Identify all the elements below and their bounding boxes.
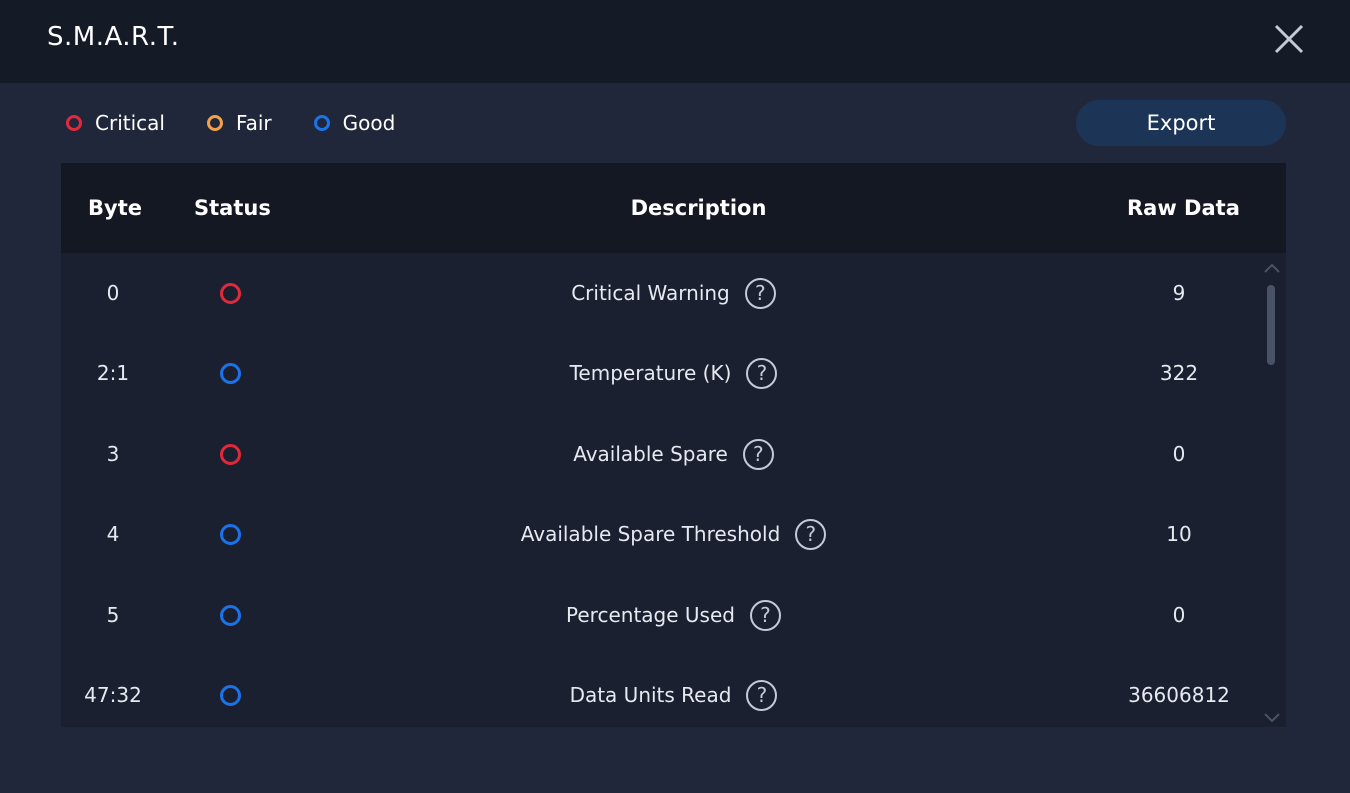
legend-item-fair: Fair [206,111,272,135]
good-status-icon [219,362,241,384]
description-cell: Data Units Read? [461,655,886,727]
critical-status-icon [219,282,241,304]
scroll-up-button[interactable] [1263,259,1281,273]
byte-cell: 4 [106,522,120,546]
export-button[interactable]: Export [1076,100,1286,146]
description-text: Data Units Read [569,683,732,707]
raw-data-cell: 36606812 [1128,683,1230,707]
legend-label: Good [342,111,396,135]
good-status-icon [219,523,241,545]
status-legend: Critical Fair Good [66,109,437,137]
description-cell: Available Spare? [461,414,886,494]
help-icon[interactable]: ? [746,679,778,711]
table-row: 3 Available Spare? 0 [61,414,1286,494]
description-text: Available Spare [573,442,728,466]
status-cell [210,253,250,333]
critical-status-icon [219,443,241,465]
raw-data-cell: 322 [1159,361,1199,385]
raw-data-cell: 9 [1172,281,1186,305]
status-cell [210,333,250,413]
good-status-icon [219,684,241,706]
smart-table: Byte Status Description Raw Data 0 Criti… [61,163,1286,727]
description-text: Critical Warning [571,281,730,305]
status-cell [210,414,250,494]
table-row: 0 Critical Warning? 9 [61,253,1286,333]
fair-ring-icon [206,115,223,131]
table-row: 5 Percentage Used? 0 [61,575,1286,655]
header-raw-data: Raw Data [1127,196,1240,220]
status-cell [210,655,250,727]
help-icon[interactable]: ? [744,277,776,309]
table-row: 4 Available Spare Threshold? 10 [61,494,1286,574]
good-status-icon [219,604,241,626]
title-bar: S.M.A.R.T. [0,0,1350,83]
raw-data-cell: 0 [1172,603,1186,627]
legend-item-good: Good [313,111,396,135]
help-icon[interactable]: ? [746,357,778,389]
table-header: Byte Status Description Raw Data [61,163,1286,253]
legend-item-critical: Critical [66,111,165,135]
raw-data-cell: 10 [1166,522,1192,546]
help-icon[interactable]: ? [749,599,781,631]
scrollbar-thumb[interactable] [1267,285,1275,365]
chevron-up-icon [1264,263,1280,273]
close-icon [1274,24,1304,54]
description-cell: Available Spare Threshold? [461,494,886,574]
description-cell: Temperature (K)? [461,333,886,413]
chevron-down-icon [1264,713,1280,723]
status-cell [210,575,250,655]
close-button[interactable] [1270,20,1308,58]
description-text: Available Spare Threshold [520,522,781,546]
window-title: S.M.A.R.T. [47,22,180,52]
legend-label: Fair [235,111,272,135]
byte-cell: 0 [106,281,120,305]
byte-cell: 5 [106,603,120,627]
raw-data-cell: 0 [1172,442,1186,466]
description-text: Temperature (K) [569,361,732,385]
good-ring-icon [313,115,330,131]
help-icon[interactable]: ? [742,438,774,470]
status-cell [210,494,250,574]
help-icon[interactable]: ? [795,518,827,550]
description-text: Percentage Used [566,603,735,627]
critical-ring-icon [66,115,82,131]
scroll-down-button[interactable] [1263,709,1281,723]
description-cell: Percentage Used? [461,575,886,655]
byte-cell: 3 [106,442,120,466]
header-description: Description [630,196,767,220]
table-row: 2:1 Temperature (K)? 322 [61,333,1286,413]
byte-cell: 2:1 [96,361,130,385]
legend-label: Critical [95,111,165,135]
description-cell: Critical Warning? [461,253,886,333]
table-row: 47:32 Data Units Read? 36606812 [61,655,1286,727]
byte-cell: 47:32 [84,683,142,707]
